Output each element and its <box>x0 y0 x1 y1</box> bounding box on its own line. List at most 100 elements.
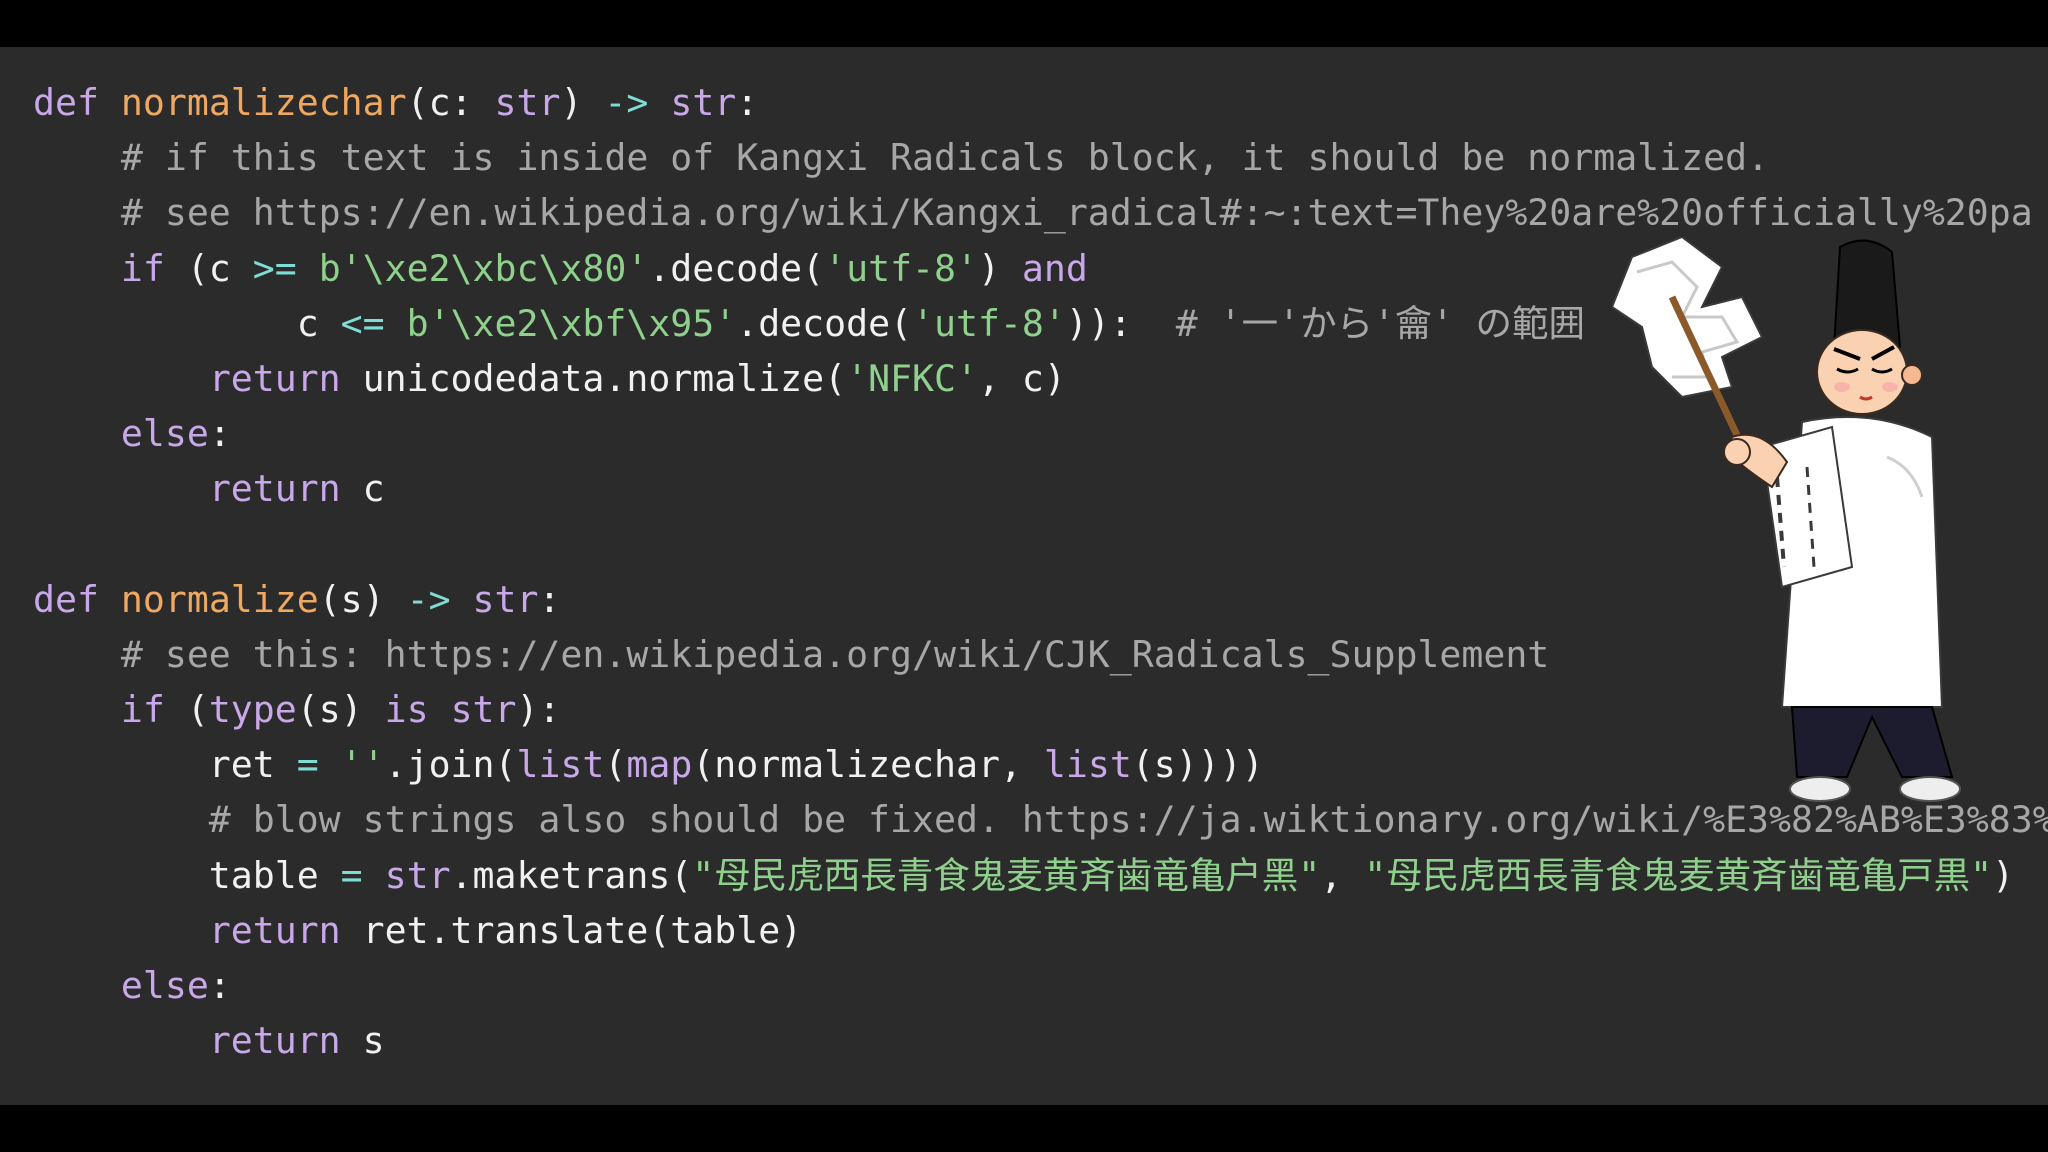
code-token: (c: <box>406 81 495 124</box>
code-token: # see this: https://en.wikipedia.org/wik… <box>33 632 1550 676</box>
code-token: table <box>33 853 341 897</box>
code-token: str <box>384 853 451 897</box>
code-token: str <box>450 688 517 732</box>
code-token: return <box>208 908 341 952</box>
code-token: : <box>736 81 759 124</box>
shinto-priest-with-gohei-icon <box>1612 237 1961 802</box>
code-token: # if this text is inside of Kangxi Radic… <box>33 136 1770 180</box>
code-token: unicodedata.normalize( <box>340 356 847 400</box>
code-token: def <box>33 577 99 621</box>
code-token: list <box>1043 743 1132 787</box>
code-token: : <box>208 964 231 1007</box>
code-token: '' <box>340 743 385 787</box>
code-token: .decode( <box>736 301 913 345</box>
code-token: # '⼀'から'⿕' の範囲 <box>1175 301 1586 345</box>
code-token: <= <box>340 301 385 345</box>
code-token: (s) <box>318 577 407 621</box>
code-token: str <box>494 81 561 124</box>
code-token: and <box>1021 246 1088 290</box>
code-token: ) <box>977 246 1022 290</box>
letterbox-bottom <box>0 1105 2048 1152</box>
code-token: s <box>340 1019 385 1063</box>
code-token: list <box>516 743 605 787</box>
code-token: c <box>33 301 341 345</box>
code-token: return <box>208 1019 341 1063</box>
code-line: def normalizechar(c: str) -> str: <box>33 75 2048 130</box>
code-token: ( <box>164 688 209 732</box>
code-token: ) <box>560 81 605 124</box>
code-token: , c) <box>977 356 1066 400</box>
code-token: map <box>626 743 693 787</box>
code-token: else <box>120 964 209 1007</box>
code-token: 'utf-8' <box>824 246 978 290</box>
code-token: = <box>296 743 319 787</box>
code-slide: def normalizechar(c: str) -> str: # if t… <box>0 47 2048 1105</box>
code-token: ret <box>33 743 297 787</box>
code-token: return <box>208 356 341 400</box>
code-token: str <box>472 577 539 621</box>
code-token: ) <box>1992 853 2015 897</box>
code-token: "⺟⺠⻁⻄⻑⻘⻝⻤⻨⻩⻫⻭⻯⻲⼾⿊" <box>692 853 1321 897</box>
code-token: def <box>33 81 99 124</box>
gohei-icon <box>1612 237 1764 469</box>
code-line: return ret.translate(table) <box>33 903 2048 958</box>
code-token: str <box>670 81 737 124</box>
code-token: is <box>384 688 429 732</box>
code-token: .decode( <box>648 246 825 290</box>
code-token: if <box>120 246 165 290</box>
code-token: -> <box>406 577 451 621</box>
code-token: "母民虎西長青食鬼麦黄斉歯竜亀戸黒" <box>1364 853 1993 897</box>
code-token: c <box>340 467 385 511</box>
code-token: (normalizechar, <box>692 743 1044 787</box>
code-token: return <box>208 467 341 511</box>
code-token: .maketrans( <box>450 853 693 897</box>
code-token: (s) <box>296 688 385 732</box>
code-token: normalize <box>120 577 319 621</box>
code-token: ret.translate(table) <box>340 908 803 952</box>
code-token: normalizechar <box>120 81 407 124</box>
code-token: b'\xe2\xbf\x95' <box>406 301 737 345</box>
code-token: >= <box>252 246 297 290</box>
code-token: else <box>120 412 209 456</box>
code-token: # see https://en.wikipedia.org/wiki/Kang… <box>33 191 2033 235</box>
code-line: return s <box>33 1013 2048 1068</box>
code-line: else: <box>33 958 2048 1013</box>
code-token: (c <box>164 246 253 290</box>
code-token: ): <box>516 688 561 732</box>
code-token: : <box>538 577 561 621</box>
code-token: if <box>120 688 165 732</box>
code-line: table = str.maketrans("⺟⺠⻁⻄⻑⻘⻝⻤⻨⻩⻫⻭⻯⻲⼾⿊"… <box>33 848 2048 903</box>
code-token: ( <box>604 743 627 787</box>
code-token: 'NFKC' <box>846 356 978 400</box>
code-line: # see https://en.wikipedia.org/wiki/Kang… <box>33 185 2048 240</box>
letterbox-top <box>0 0 2048 47</box>
code-token: b'\xe2\xbc\x80' <box>318 246 649 290</box>
code-token: (s)))) <box>1131 743 1264 787</box>
code-token: : <box>208 412 231 456</box>
code-token: type <box>208 688 297 732</box>
code-token: .join( <box>384 743 517 787</box>
code-token: = <box>340 853 363 897</box>
code-token: -> <box>604 81 649 124</box>
code-token: , <box>1320 853 1365 897</box>
code-token: )): <box>1065 301 1176 345</box>
code-line: # if this text is inside of Kangxi Radic… <box>33 130 2048 185</box>
code-token: 'utf-8' <box>912 301 1066 345</box>
